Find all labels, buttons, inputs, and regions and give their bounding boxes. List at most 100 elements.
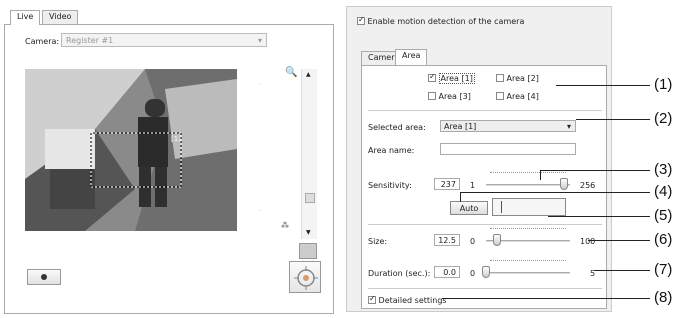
callout-line-3-drop xyxy=(540,170,541,180)
size-input[interactable]: 12.5 xyxy=(434,234,460,246)
area-1-checkbox[interactable] xyxy=(428,72,436,82)
selected-area-select[interactable]: Area [1] ▾ xyxy=(440,120,576,132)
callout-line-4 xyxy=(460,192,650,193)
camera-video-feed[interactable]: [1] xyxy=(25,69,237,231)
area-2-option[interactable]: Area [2] xyxy=(496,74,539,83)
sensitivity-min: 1 xyxy=(470,181,476,190)
area-name-input[interactable] xyxy=(440,143,576,155)
zoom-scrollbar[interactable]: ▲ ▼ xyxy=(301,69,317,239)
callout-label-6: (6) xyxy=(654,231,673,248)
callout-line-4-drop xyxy=(460,192,461,202)
zoom-scroll-thumb[interactable] xyxy=(305,193,315,203)
tab-video-label: Video xyxy=(49,12,72,21)
chevron-down-icon: ▾ xyxy=(566,122,571,131)
area-settings-panel: Area [1] Area [2] Area [3] Area [4] Sele… xyxy=(361,65,607,309)
auto-button[interactable]: Auto xyxy=(450,201,488,215)
store-scene-image: [1] xyxy=(25,69,237,231)
area-overlay-marker: [1] xyxy=(171,135,181,143)
camera-select[interactable]: Register #1 ▾ xyxy=(61,33,267,47)
tab-live-label: Live xyxy=(17,12,34,21)
callout-line-1 xyxy=(556,85,650,86)
divider xyxy=(368,224,602,225)
duration-slider-thumb[interactable] xyxy=(482,266,490,278)
scroll-down-icon[interactable]: ▼ xyxy=(306,229,311,236)
area-3-option[interactable]: Area [3] xyxy=(428,92,471,101)
sensitivity-value: 237 xyxy=(440,180,456,189)
live-view-body: Camera: Register #1 ▾ [1] ▲ ▼ 🔍 ′ ′ ⁂ xyxy=(4,24,334,314)
sensitivity-slider-thumb[interactable] xyxy=(559,178,568,190)
scale-marker-icon-2: ′ xyxy=(259,209,261,216)
zoom-in-icon: 🔍 xyxy=(285,67,298,78)
callout-label-7: (7) xyxy=(654,261,673,278)
motion-level-meter xyxy=(492,198,566,216)
live-view-panel: Live Video Camera: Register #1 ▾ [1] ▲ ▼… xyxy=(4,10,334,314)
duration-ticks xyxy=(490,260,566,263)
detailed-settings-option[interactable]: Detailed settings xyxy=(368,294,447,305)
motion-level-marker xyxy=(501,201,502,213)
area-name-label: Area name: xyxy=(368,146,415,155)
divider xyxy=(368,288,602,289)
area-4-checkbox[interactable] xyxy=(496,92,504,100)
area-1-label: Area [1] xyxy=(438,73,475,84)
ptz-control-button[interactable] xyxy=(289,261,321,293)
tab-area[interactable]: Area xyxy=(395,49,428,65)
motion-detection-panel: Enable motion detection of the camera Ca… xyxy=(346,6,612,312)
enable-motion-row[interactable]: Enable motion detection of the camera xyxy=(357,15,525,26)
sensitivity-max: 256 xyxy=(580,181,596,190)
area-1-option[interactable]: Area [1] xyxy=(428,72,475,84)
size-slider-thumb[interactable] xyxy=(492,234,501,246)
callout-line-7 xyxy=(594,270,650,271)
size-max: 100 xyxy=(580,237,596,246)
detailed-settings-label: Detailed settings xyxy=(378,296,447,305)
sensitivity-ticks xyxy=(490,172,566,175)
divider xyxy=(368,110,602,111)
chevron-down-icon: ▾ xyxy=(257,36,262,45)
callout-line-6 xyxy=(588,240,650,241)
callout-line-5 xyxy=(548,216,650,217)
selected-area-value: Area [1] xyxy=(444,122,477,131)
size-value: 12.5 xyxy=(438,236,456,245)
callout-line-3 xyxy=(540,170,650,171)
callout-label-4: (4) xyxy=(654,183,673,200)
tab-live[interactable]: Live xyxy=(10,10,41,25)
callout-label-5: (5) xyxy=(654,207,673,224)
duration-track[interactable] xyxy=(486,272,570,274)
size-label: Size: xyxy=(368,237,388,246)
size-ticks xyxy=(490,228,566,231)
enable-motion-checkbox[interactable] xyxy=(357,15,365,25)
auto-button-label: Auto xyxy=(459,204,479,213)
callout-label-1: (1) xyxy=(654,76,673,93)
selected-area-label: Selected area: xyxy=(368,123,426,132)
record-dot-icon xyxy=(41,274,47,280)
snapshot-icon[interactable] xyxy=(299,243,317,259)
size-min: 0 xyxy=(470,237,476,246)
camera-label: Camera: xyxy=(25,37,60,46)
callout-line-8 xyxy=(442,298,650,299)
area-2-label: Area [2] xyxy=(506,74,539,83)
duration-label: Duration (sec.): xyxy=(368,269,431,278)
area-2-checkbox[interactable] xyxy=(496,74,504,82)
record-button[interactable] xyxy=(27,269,61,285)
zoom-out-icon: ⁂ xyxy=(281,221,289,230)
camera-select-value: Register #1 xyxy=(66,36,114,45)
crosshair-icon xyxy=(294,266,318,290)
detailed-settings-checkbox[interactable] xyxy=(368,294,376,304)
scale-marker-icon: ′ xyxy=(259,83,261,90)
duration-input[interactable]: 0.0 xyxy=(434,266,460,278)
sensitivity-input[interactable]: 237 xyxy=(434,178,460,190)
callout-line-2 xyxy=(576,119,650,120)
area-3-label: Area [3] xyxy=(438,92,471,101)
area-4-option[interactable]: Area [4] xyxy=(496,92,539,101)
enable-motion-label: Enable motion detection of the camera xyxy=(367,17,525,26)
duration-min: 0 xyxy=(470,269,476,278)
tab-video[interactable]: Video xyxy=(42,10,79,24)
callout-label-8: (8) xyxy=(654,289,673,306)
tab-area-label: Area xyxy=(402,51,421,60)
callout-label-2: (2) xyxy=(654,110,673,127)
area-3-checkbox[interactable] xyxy=(428,92,436,100)
sensitivity-label: Sensitivity: xyxy=(368,181,412,190)
callout-label-3: (3) xyxy=(654,161,673,178)
sensitivity-track[interactable] xyxy=(486,184,570,186)
scroll-up-icon[interactable]: ▲ xyxy=(306,71,311,78)
duration-value: 0.0 xyxy=(443,268,456,277)
